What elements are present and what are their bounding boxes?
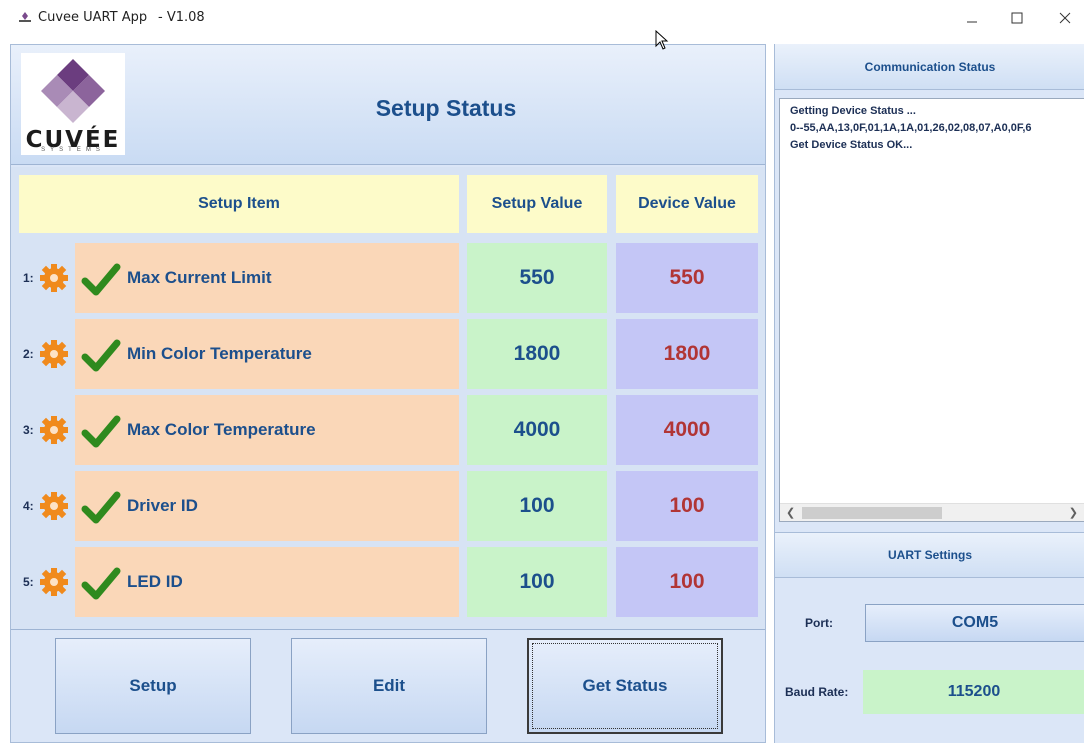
gear-icon[interactable] xyxy=(39,491,69,521)
logo: CUVÉE SYSTEMS xyxy=(21,53,125,155)
row-index: 4: xyxy=(23,499,34,513)
uart-settings-title: UART Settings xyxy=(775,532,1084,578)
minimize-button[interactable] xyxy=(955,4,989,32)
device-value: 100 xyxy=(616,471,758,541)
row-index: 1: xyxy=(23,271,34,285)
setup-value: 100 xyxy=(467,471,607,541)
setup-item-cell: Driver ID xyxy=(75,471,459,541)
log-line: Getting Device Status ... xyxy=(790,105,916,117)
setup-value: 550 xyxy=(467,243,607,313)
communication-status-title: Communication Status xyxy=(775,44,1084,90)
page-title: Setup Status xyxy=(375,95,517,121)
setup-item-cell: LED ID xyxy=(75,547,459,617)
scrollbar-thumb[interactable] xyxy=(802,507,942,519)
logo-diamond-icon xyxy=(41,59,105,123)
logo-sub: SYSTEMS xyxy=(41,147,105,153)
title-bar: Cuvee UART App - V1.08 xyxy=(0,0,1084,36)
check-icon xyxy=(81,415,121,448)
setup-item-label: Max Current Limit xyxy=(127,268,272,287)
setup-value: 1800 xyxy=(467,319,607,389)
scroll-left-icon[interactable]: ❮ xyxy=(786,506,795,519)
communication-log[interactable]: Getting Device Status ... 0--55,AA,13,0F… xyxy=(779,98,1084,522)
window-title: Cuvee UART App xyxy=(38,10,148,25)
header: CUVÉE SYSTEMS Setup Status xyxy=(11,45,765,165)
gear-icon[interactable] xyxy=(39,567,69,597)
device-value: 1800 xyxy=(616,319,758,389)
maximize-button[interactable] xyxy=(1000,4,1034,32)
horizontal-scrollbar[interactable]: ❮ ❯ xyxy=(780,503,1084,521)
edit-button[interactable]: Edit xyxy=(291,638,487,734)
minimize-icon xyxy=(967,21,977,23)
button-bar: Setup Edit Get Status xyxy=(11,629,765,742)
setup-item-label: LED ID xyxy=(127,572,183,591)
close-button[interactable] xyxy=(1048,4,1082,32)
setup-item-cell: Max Current Limit xyxy=(75,243,459,313)
setup-value: 4000 xyxy=(467,395,607,465)
gear-icon[interactable] xyxy=(39,263,69,293)
device-value: 100 xyxy=(616,547,758,617)
gear-icon[interactable] xyxy=(39,415,69,445)
setup-item-cell: Max Color Temperature xyxy=(75,395,459,465)
device-value: 4000 xyxy=(616,395,758,465)
check-icon xyxy=(81,491,121,524)
col-header-device-value: Device Value xyxy=(616,175,758,233)
setup-value: 100 xyxy=(467,547,607,617)
close-icon xyxy=(1059,12,1071,24)
mouse-cursor-icon xyxy=(655,30,669,50)
get-status-button[interactable]: Get Status xyxy=(527,638,723,734)
col-header-setup-value: Setup Value xyxy=(467,175,607,233)
device-value: 550 xyxy=(616,243,758,313)
check-icon xyxy=(81,339,121,372)
setup-button[interactable]: Setup xyxy=(55,638,251,734)
port-label: Port: xyxy=(805,616,833,630)
setup-table: Setup Item Setup Value Device Value 1: M… xyxy=(11,167,765,629)
gear-icon[interactable] xyxy=(39,339,69,369)
port-select[interactable]: COM5 xyxy=(865,604,1084,642)
get-status-label: Get Status xyxy=(582,676,668,695)
row-index: 2: xyxy=(23,347,34,361)
baud-rate-label: Baud Rate: xyxy=(785,685,849,699)
setup-item-label: Max Color Temperature xyxy=(127,420,316,439)
setup-item-label: Driver ID xyxy=(127,496,198,515)
scroll-right-icon[interactable]: ❯ xyxy=(1069,506,1078,519)
log-line: Get Device Status OK... xyxy=(790,139,913,151)
log-line: 0--55,AA,13,0F,01,1A,1A,01,26,02,08,07,A… xyxy=(790,122,1032,134)
check-icon xyxy=(81,567,121,600)
check-icon xyxy=(81,263,121,296)
col-header-setup-item: Setup Item xyxy=(19,175,459,233)
setup-item-cell: Min Color Temperature xyxy=(75,319,459,389)
baud-rate-value[interactable]: 115200 xyxy=(863,670,1084,714)
app-icon xyxy=(19,12,31,22)
setup-item-label: Min Color Temperature xyxy=(127,344,312,363)
window-version: - V1.08 xyxy=(158,10,205,25)
right-panel: Communication Status Getting Device Stat… xyxy=(774,44,1084,743)
maximize-icon xyxy=(1011,12,1023,24)
row-index: 5: xyxy=(23,575,34,589)
row-index: 3: xyxy=(23,423,34,437)
main-panel: CUVÉE SYSTEMS Setup Status Setup Item Se… xyxy=(10,44,766,743)
